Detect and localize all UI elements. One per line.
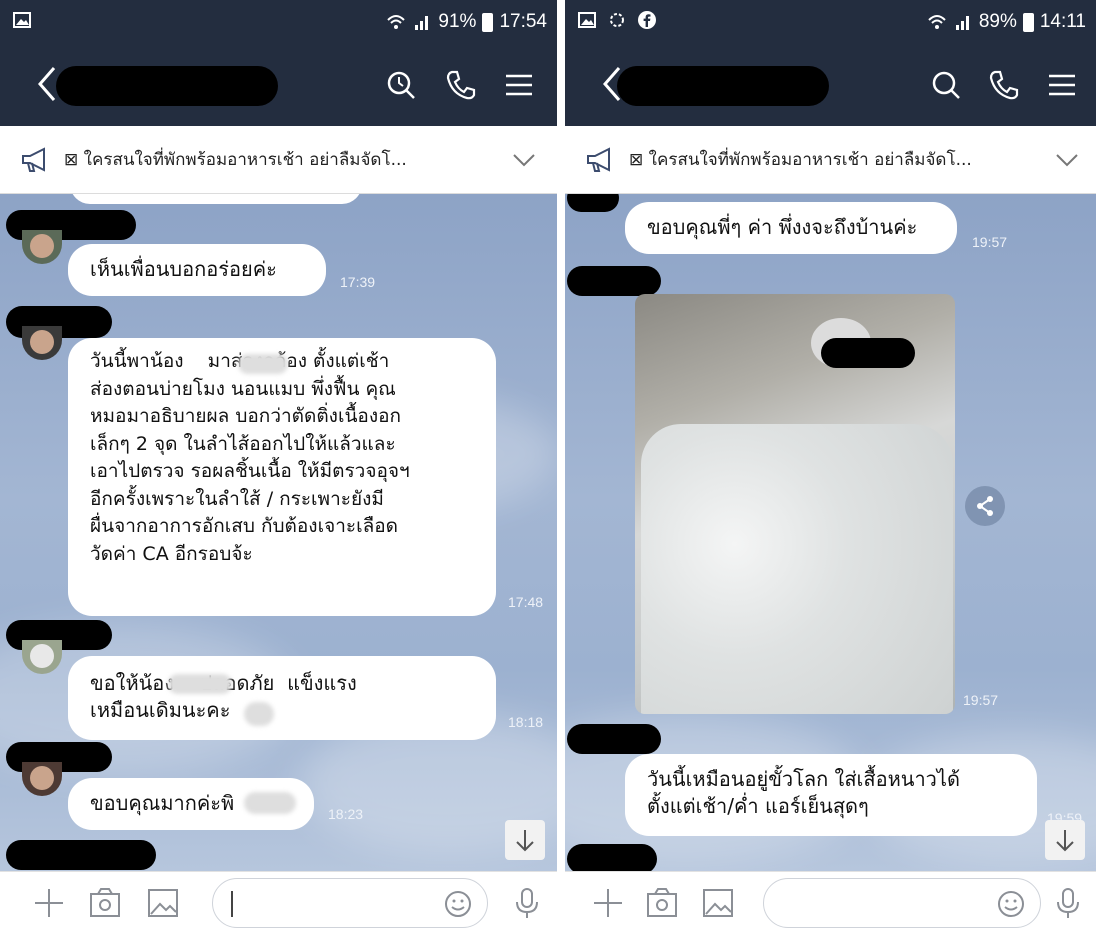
- message-time: 17:48: [508, 594, 544, 610]
- message-text: วันนี้เหมือนอยู่ขั้วโลก ใส่เสื้อหนาวได้ …: [647, 767, 960, 818]
- announcement-bar[interactable]: ⊠ ใครสนใจที่พักพร้อมอาหารเช้า อย่าลืมจัด…: [0, 126, 557, 194]
- megaphone-icon: [587, 147, 610, 172]
- menu-icon[interactable]: [502, 68, 536, 102]
- share-button[interactable]: [965, 486, 1005, 526]
- search-icon[interactable]: [384, 68, 418, 102]
- redacted-face: [821, 338, 915, 368]
- announcement-text: ⊠ ใครสนใจที่พักพร้อมอาหารเช้า อย่าลืมจัด…: [64, 150, 407, 170]
- message-input-bar: [0, 871, 557, 931]
- chevron-down-icon[interactable]: [510, 148, 538, 172]
- message-bubble[interactable]: วันนี้เหมือนอยู่ขั้วโลก ใส่เสื้อหนาวได้ …: [625, 754, 1037, 836]
- battery-icon: [1022, 12, 1034, 32]
- facebook-icon: [638, 11, 656, 29]
- message-text: วันนี้พาน้อง มาส่องกล้อง ตั้งแต่เช้า ส่อ…: [90, 350, 410, 565]
- photo-message[interactable]: [635, 294, 955, 714]
- wifi-icon: [387, 15, 406, 29]
- text-cursor: [231, 891, 233, 917]
- mic-icon[interactable]: [510, 886, 544, 920]
- plus-icon[interactable]: [32, 886, 66, 920]
- blurred-name: [244, 792, 296, 814]
- message-input[interactable]: [763, 878, 1041, 928]
- redacted-chat-title: [56, 66, 278, 106]
- redacted-sender-name: [6, 840, 156, 870]
- phone-icon[interactable]: [444, 68, 478, 102]
- blurred-emoji: [244, 702, 274, 726]
- search-icon[interactable]: [929, 68, 963, 102]
- status-bar: 91% 17:54: [0, 0, 557, 44]
- avatar[interactable]: [22, 762, 62, 796]
- redacted-chat-title: [617, 66, 829, 106]
- message-list[interactable]: เห็นเพื่อนบอกอร่อยค่ะ 17:39 วันนี้พาน้อง…: [0, 194, 557, 871]
- announcement-text: ⊠ ใครสนใจที่พักพร้อมอาหารเช้า อย่าลืมจัด…: [629, 150, 972, 170]
- camera-icon[interactable]: [88, 886, 122, 920]
- status-bar: 89% 14:11: [565, 0, 1096, 44]
- camera-icon[interactable]: [645, 886, 679, 920]
- wifi-icon: [928, 15, 946, 29]
- emoji-icon[interactable]: [996, 889, 1026, 919]
- battery-percent: 89%: [978, 11, 1017, 32]
- announcement-bar[interactable]: ⊠ ใครสนใจที่พักพร้อมอาหารเช้า อย่าลืมจัด…: [565, 126, 1096, 194]
- avatar[interactable]: [22, 230, 62, 264]
- plus-icon[interactable]: [591, 886, 625, 920]
- share-icon: [977, 496, 993, 516]
- message-bubble-partial: [70, 194, 362, 204]
- blurred-name: [168, 674, 232, 694]
- megaphone-icon: [22, 147, 45, 172]
- battery-icon: [482, 12, 494, 32]
- signal-icon: [415, 16, 429, 30]
- phone-icon[interactable]: [987, 68, 1021, 102]
- gallery-notification-icon: [13, 12, 31, 28]
- gallery-notification-icon: [578, 12, 596, 28]
- battery-percent: 91%: [438, 11, 477, 32]
- message-text: ขอบคุณพี่ๆ ค่า พึ่งงจะถึงบ้านค่ะ: [647, 215, 918, 239]
- signal-icon: [955, 16, 969, 30]
- chevron-down-icon[interactable]: [1053, 148, 1081, 172]
- arrow-down-icon: [516, 830, 534, 852]
- blurred-name: [238, 354, 288, 374]
- message-bubble[interactable]: ขอบคุณมากค่ะพิ: [68, 778, 314, 830]
- message-time: 18:23: [328, 806, 364, 822]
- redacted-sender-name: [567, 194, 619, 212]
- photo-blanket: [641, 424, 953, 714]
- message-time: 19:57: [963, 692, 999, 708]
- image-icon[interactable]: [146, 886, 180, 920]
- arrow-down-icon: [1056, 830, 1074, 852]
- redacted-sender-name: [567, 844, 657, 871]
- redacted-sender-name: [567, 266, 661, 296]
- message-bubble[interactable]: เห็นเพื่อนบอกอร่อยค่ะ: [68, 244, 326, 296]
- message-bubble[interactable]: ขอให้น้อง ปลอดภัย แข็งแรง เหมือนเดิมนะคะ: [68, 656, 496, 740]
- message-text: เห็นเพื่อนบอกอร่อยค่ะ: [90, 257, 277, 281]
- message-text: ขอบคุณมากค่ะพิ: [90, 791, 235, 815]
- emoji-icon[interactable]: [443, 889, 473, 919]
- clock: 14:11: [1039, 11, 1086, 32]
- chat-header: [0, 44, 557, 126]
- message-time: 17:39: [340, 274, 376, 290]
- message-time: 18:18: [508, 714, 544, 730]
- left-chat-screen: 91% 17:54 ⊠ ใครสนใจที่พักพร้อมอาหารเช้า …: [0, 0, 557, 931]
- message-bubble[interactable]: วันนี้พาน้อง มาส่องกล้อง ตั้งแต่เช้า ส่อ…: [68, 338, 496, 616]
- image-icon[interactable]: [701, 886, 735, 920]
- scroll-to-bottom-button[interactable]: [1045, 820, 1085, 860]
- scroll-to-bottom-button[interactable]: [505, 820, 545, 860]
- avatar[interactable]: [22, 326, 62, 360]
- message-input-bar: [565, 871, 1096, 931]
- menu-icon[interactable]: [1045, 68, 1079, 102]
- right-chat-screen: 89% 14:11 ⊠ ใครสนใจที่พักพร้อมอาหารเช้า …: [565, 0, 1096, 931]
- message-list[interactable]: ขอบคุณพี่ๆ ค่า พึ่งงจะถึงบ้านค่ะ 19:57 1…: [565, 194, 1096, 871]
- message-bubble[interactable]: ขอบคุณพี่ๆ ค่า พึ่งงจะถึงบ้านค่ะ: [625, 202, 957, 254]
- chat-header: [565, 44, 1096, 126]
- redacted-sender-name: [567, 724, 661, 754]
- sync-icon: [610, 13, 624, 27]
- mic-icon[interactable]: [1051, 886, 1085, 920]
- message-input[interactable]: [212, 878, 488, 928]
- message-time: 19:57: [972, 234, 1008, 250]
- clock: 17:54: [499, 11, 547, 32]
